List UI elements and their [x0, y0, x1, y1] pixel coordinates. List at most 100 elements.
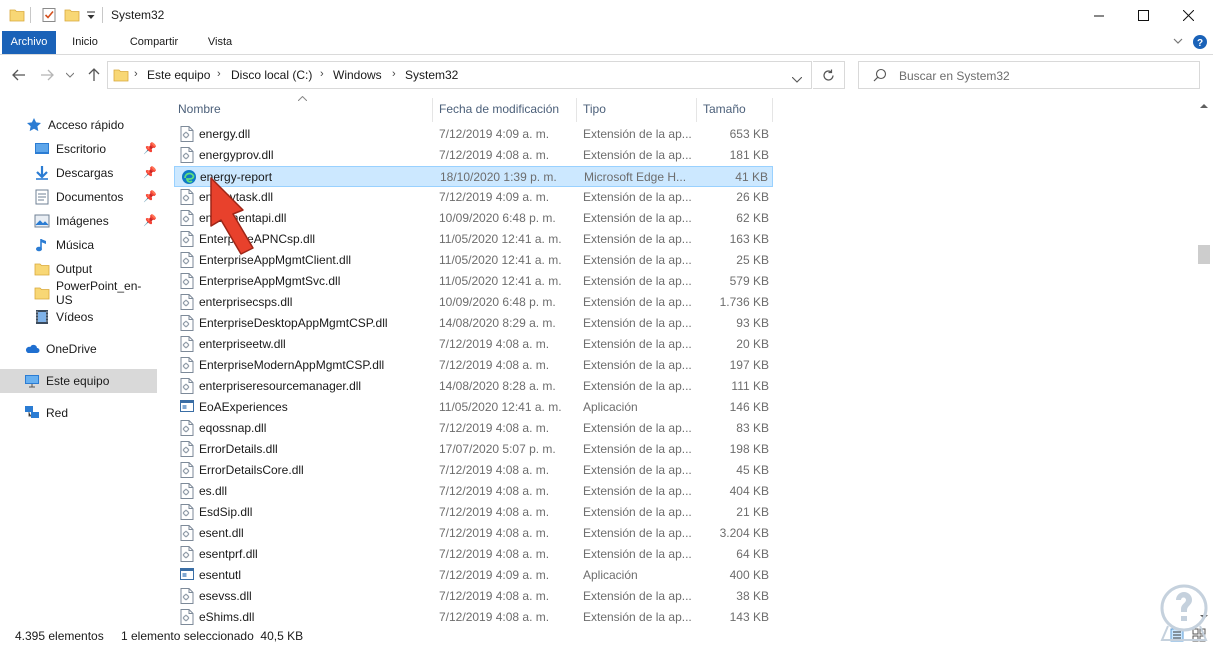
sidebar-item-onedrive[interactable]: OneDrive: [0, 337, 157, 361]
sidebar-item-documentos[interactable]: Documentos 📌: [0, 185, 157, 209]
breadcrumb-separator-icon: ›: [134, 68, 138, 80]
file-row[interactable]: EnterpriseModernAppMgmtCSP.dll 7/12/2019 …: [174, 355, 773, 376]
folder-icon: [9, 7, 25, 26]
watermark-logo: [1160, 584, 1208, 641]
up-button[interactable]: [85, 67, 103, 83]
sidebar-item-powerpoint-en-us[interactable]: PowerPoint_en-US: [0, 279, 157, 307]
sidebar-item-imagenes[interactable]: Imágenes 📌: [0, 209, 157, 233]
sidebar-item-label: Acceso rápido: [48, 118, 125, 132]
expand-ribbon-icon[interactable]: [1173, 35, 1183, 49]
recent-locations-button[interactable]: [64, 67, 76, 83]
breadcrumb-este-equipo[interactable]: Este equipo: [147, 68, 210, 82]
new-folder-icon[interactable]: [64, 7, 80, 26]
file-row[interactable]: es.dll 7/12/2019 4:08 a. m. Extensión de l…: [174, 481, 773, 502]
dll-icon: [180, 420, 194, 436]
search-input[interactable]: Buscar en System32: [899, 69, 1010, 83]
help-icon[interactable]: ?: [1192, 34, 1208, 53]
file-date: 7/12/2019 4:09 a. m.: [439, 190, 550, 204]
sidebar-item-acceso-rapido[interactable]: Acceso rápido: [0, 113, 157, 137]
file-date: 11/05/2020 12:41 a. m.: [439, 232, 562, 246]
file-name: esentutl: [199, 568, 242, 582]
file-row[interactable]: energyprov.dll 7/12/2019 4:08 a. m. Extens…: [174, 145, 773, 166]
pin-icon[interactable]: 📌: [143, 166, 157, 179]
vertical-scrollbar[interactable]: [1196, 95, 1213, 625]
file-date: 7/12/2019 4:08 a. m.: [439, 610, 550, 624]
minimize-button[interactable]: [1076, 0, 1122, 31]
file-row[interactable]: energy.dll 7/12/2019 4:09 a. m. Extensión …: [174, 124, 773, 145]
file-size: 163 KB: [729, 232, 769, 246]
file-size: 38 KB: [736, 589, 769, 603]
column-header-size[interactable]: Tamaño: [703, 102, 746, 116]
column-header-name[interactable]: Nombre: [178, 102, 221, 116]
back-arrow-icon: [12, 69, 25, 81]
file-row[interactable]: enterpriseresourcemanager.dll 14/08/2020 …: [174, 376, 773, 397]
sidebar-item-red[interactable]: Red: [0, 401, 157, 425]
file-size: 653 KB: [729, 127, 769, 141]
pin-icon[interactable]: 📌: [143, 190, 157, 203]
file-row[interactable]: esentutl 7/12/2019 4:09 a. m. Aplicación 40…: [174, 565, 773, 586]
customize-toolbar-icon[interactable]: [86, 10, 96, 24]
sidebar-item-videos[interactable]: Vídeos: [0, 305, 157, 329]
file-row[interactable]: EsdSip.dll 7/12/2019 4:08 a. m. Extensión …: [174, 502, 773, 523]
sidebar-item-musica[interactable]: Música: [0, 233, 157, 257]
file-row[interactable]: esent.dll 7/12/2019 4:08 a. m. Extensión d…: [174, 523, 773, 544]
file-name: eqossnap.dll: [199, 421, 267, 435]
tab-compartir[interactable]: Compartir: [118, 31, 190, 54]
refresh-button[interactable]: [813, 61, 845, 89]
scroll-up-icon[interactable]: [1200, 101, 1208, 110]
sidebar-item-label: Red: [46, 406, 69, 420]
file-row[interactable]: ErrorDetailsCore.dll 7/12/2019 4:08 a. m.…: [174, 460, 773, 481]
documents-icon: [34, 189, 50, 205]
tab-inicio[interactable]: Inicio: [64, 31, 106, 54]
breadcrumb-disco-local[interactable]: Disco local (C:): [231, 68, 312, 82]
file-type: Extensión de la ap...: [583, 589, 692, 603]
sidebar-item-descargas[interactable]: Descargas 📌: [0, 161, 157, 185]
sidebar-item-output[interactable]: Output: [0, 257, 157, 281]
tab-archivo[interactable]: Archivo: [2, 31, 56, 54]
back-button[interactable]: [10, 67, 28, 83]
file-date: 18/10/2020 1:39 p. m.: [440, 170, 557, 184]
sidebar-item-escritorio[interactable]: Escritorio 📌: [0, 137, 157, 161]
pin-icon[interactable]: 📌: [143, 142, 157, 155]
column-divider[interactable]: [576, 98, 577, 122]
file-name: enterpriseresourcemanager.dll: [199, 379, 362, 393]
column-divider[interactable]: [432, 98, 433, 122]
breadcrumb-system32[interactable]: System32: [405, 68, 458, 82]
dll-icon: [180, 336, 194, 352]
column-header-type[interactable]: Tipo: [583, 102, 606, 116]
file-row[interactable]: EnterpriseDesktopAppMgmtCSP.dll 14/08/202…: [174, 313, 773, 334]
file-type: Extensión de la ap...: [583, 316, 692, 330]
file-row[interactable]: enterprisecsps.dll 10/09/2020 6:48 p. m. E…: [174, 292, 773, 313]
properties-icon[interactable]: [41, 7, 57, 26]
tab-vista[interactable]: Vista: [198, 31, 242, 54]
divider: [30, 7, 31, 23]
forward-button[interactable]: [38, 67, 56, 83]
column-divider[interactable]: [696, 98, 697, 122]
close-button[interactable]: [1165, 0, 1211, 31]
file-row[interactable]: eqossnap.dll 7/12/2019 4:08 a. m. Extensió…: [174, 418, 773, 439]
address-bar[interactable]: › Este equipo › Disco local (C:) › Windo…: [107, 61, 812, 89]
maximize-button[interactable]: [1120, 0, 1166, 31]
file-row[interactable]: ErrorDetails.dll 17/07/2020 5:07 p. m. Ext…: [174, 439, 773, 460]
file-type: Extensión de la ap...: [583, 337, 692, 351]
scrollbar-thumb[interactable]: [1198, 245, 1210, 264]
column-divider[interactable]: [772, 98, 773, 122]
address-dropdown-icon[interactable]: [791, 72, 803, 86]
pin-icon[interactable]: 📌: [143, 214, 157, 227]
title-bar: System32: [0, 0, 1213, 31]
column-header-date[interactable]: Fecha de modificación: [439, 102, 559, 116]
file-size: 111 KB: [731, 379, 769, 393]
file-row[interactable]: EnterpriseAppMgmtSvc.dll 11/05/2020 12:41…: [174, 271, 773, 292]
file-row[interactable]: enterpriseetw.dll 7/12/2019 4:08 a. m. Ext…: [174, 334, 773, 355]
file-size: 197 KB: [729, 358, 769, 372]
breadcrumb-windows[interactable]: Windows: [333, 68, 382, 82]
chevron-down-icon: [66, 72, 74, 78]
file-row[interactable]: esentprf.dll 7/12/2019 4:08 a. m. Extensió…: [174, 544, 773, 565]
search-field[interactable]: Buscar en System32: [858, 61, 1200, 89]
file-row[interactable]: esevss.dll 7/12/2019 4:08 a. m. Extensión …: [174, 586, 773, 607]
file-row[interactable]: EoAExperiences 11/05/2020 12:41 a. m. Apli…: [174, 397, 773, 418]
file-list: Nombre Fecha de modificación Tipo Tamaño…: [166, 95, 1196, 625]
sidebar-item-este-equipo[interactable]: Este equipo: [0, 369, 157, 393]
dll-icon: [180, 483, 194, 499]
music-icon: [34, 237, 50, 253]
